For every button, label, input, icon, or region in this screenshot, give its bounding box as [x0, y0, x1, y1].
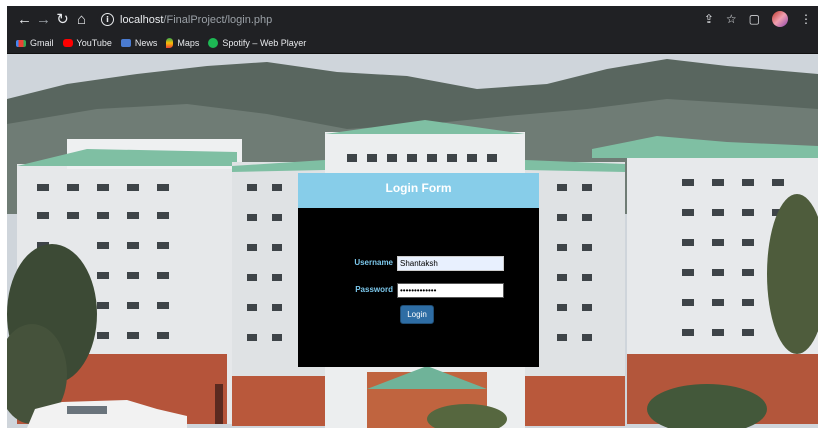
- bookmark-label: Maps: [177, 38, 200, 48]
- bookmark-spotify[interactable]: Spotify – Web Player: [208, 38, 306, 48]
- url-host: localhost: [120, 13, 164, 26]
- youtube-icon: [62, 39, 73, 47]
- profile-avatar[interactable]: [772, 11, 788, 27]
- menu-icon[interactable]: ⋮: [800, 10, 812, 28]
- bookmark-label: YouTube: [76, 38, 112, 48]
- back-icon[interactable]: ←: [15, 10, 34, 30]
- share-icon[interactable]: ⇪: [704, 10, 714, 28]
- bookmark-label: Spotify – Web Player: [222, 38, 307, 48]
- info-icon[interactable]: i: [101, 13, 114, 26]
- bookmark-gmail[interactable]: Gmail: [16, 38, 54, 48]
- browser-window: ← → ↻ ⌂ i localhost/FinalProject/login.p…: [7, 6, 818, 428]
- home-icon[interactable]: ⌂: [72, 10, 91, 30]
- username-label: Username: [354, 258, 393, 267]
- reload-icon[interactable]: ↻: [53, 10, 72, 30]
- page-content: Login Form Username Password Login: [7, 54, 818, 428]
- bookmark-news[interactable]: News: [120, 38, 158, 48]
- nav-controls: ← → ↻ ⌂: [15, 10, 91, 30]
- omnibox[interactable]: i localhost/FinalProject/login.php: [97, 9, 737, 30]
- login-form: Login Form Username Password Login: [298, 173, 539, 367]
- bookmark-youtube[interactable]: YouTube: [62, 38, 112, 48]
- gmail-icon: [16, 39, 26, 47]
- login-button[interactable]: Login: [400, 305, 434, 324]
- sidepanel-icon[interactable]: ▢: [749, 10, 760, 28]
- toolbar-right: ⇪ ☆ ▢ ⋮: [692, 10, 812, 28]
- password-label: Password: [355, 285, 393, 294]
- password-input[interactable]: [397, 283, 504, 298]
- bookmark-label: News: [134, 38, 158, 48]
- news-icon: [120, 39, 131, 47]
- bookmarks-bar: Gmail YouTube News Maps Spotify – Web Pl…: [7, 33, 818, 54]
- address-bar-row: ← → ↻ ⌂ i localhost/FinalProject/login.p…: [7, 6, 818, 33]
- spotify-icon: [208, 38, 219, 48]
- bookmark-label: Gmail: [30, 38, 54, 48]
- forward-icon[interactable]: →: [34, 10, 53, 30]
- username-input[interactable]: [397, 256, 504, 271]
- password-row: Password: [298, 283, 539, 299]
- username-row: Username: [298, 256, 539, 272]
- star-icon[interactable]: ☆: [726, 10, 737, 28]
- url-path: /FinalProject/login.php: [163, 13, 273, 26]
- maps-icon: [166, 38, 174, 48]
- login-form-title: Login Form: [298, 173, 539, 208]
- bookmark-maps[interactable]: Maps: [166, 38, 199, 48]
